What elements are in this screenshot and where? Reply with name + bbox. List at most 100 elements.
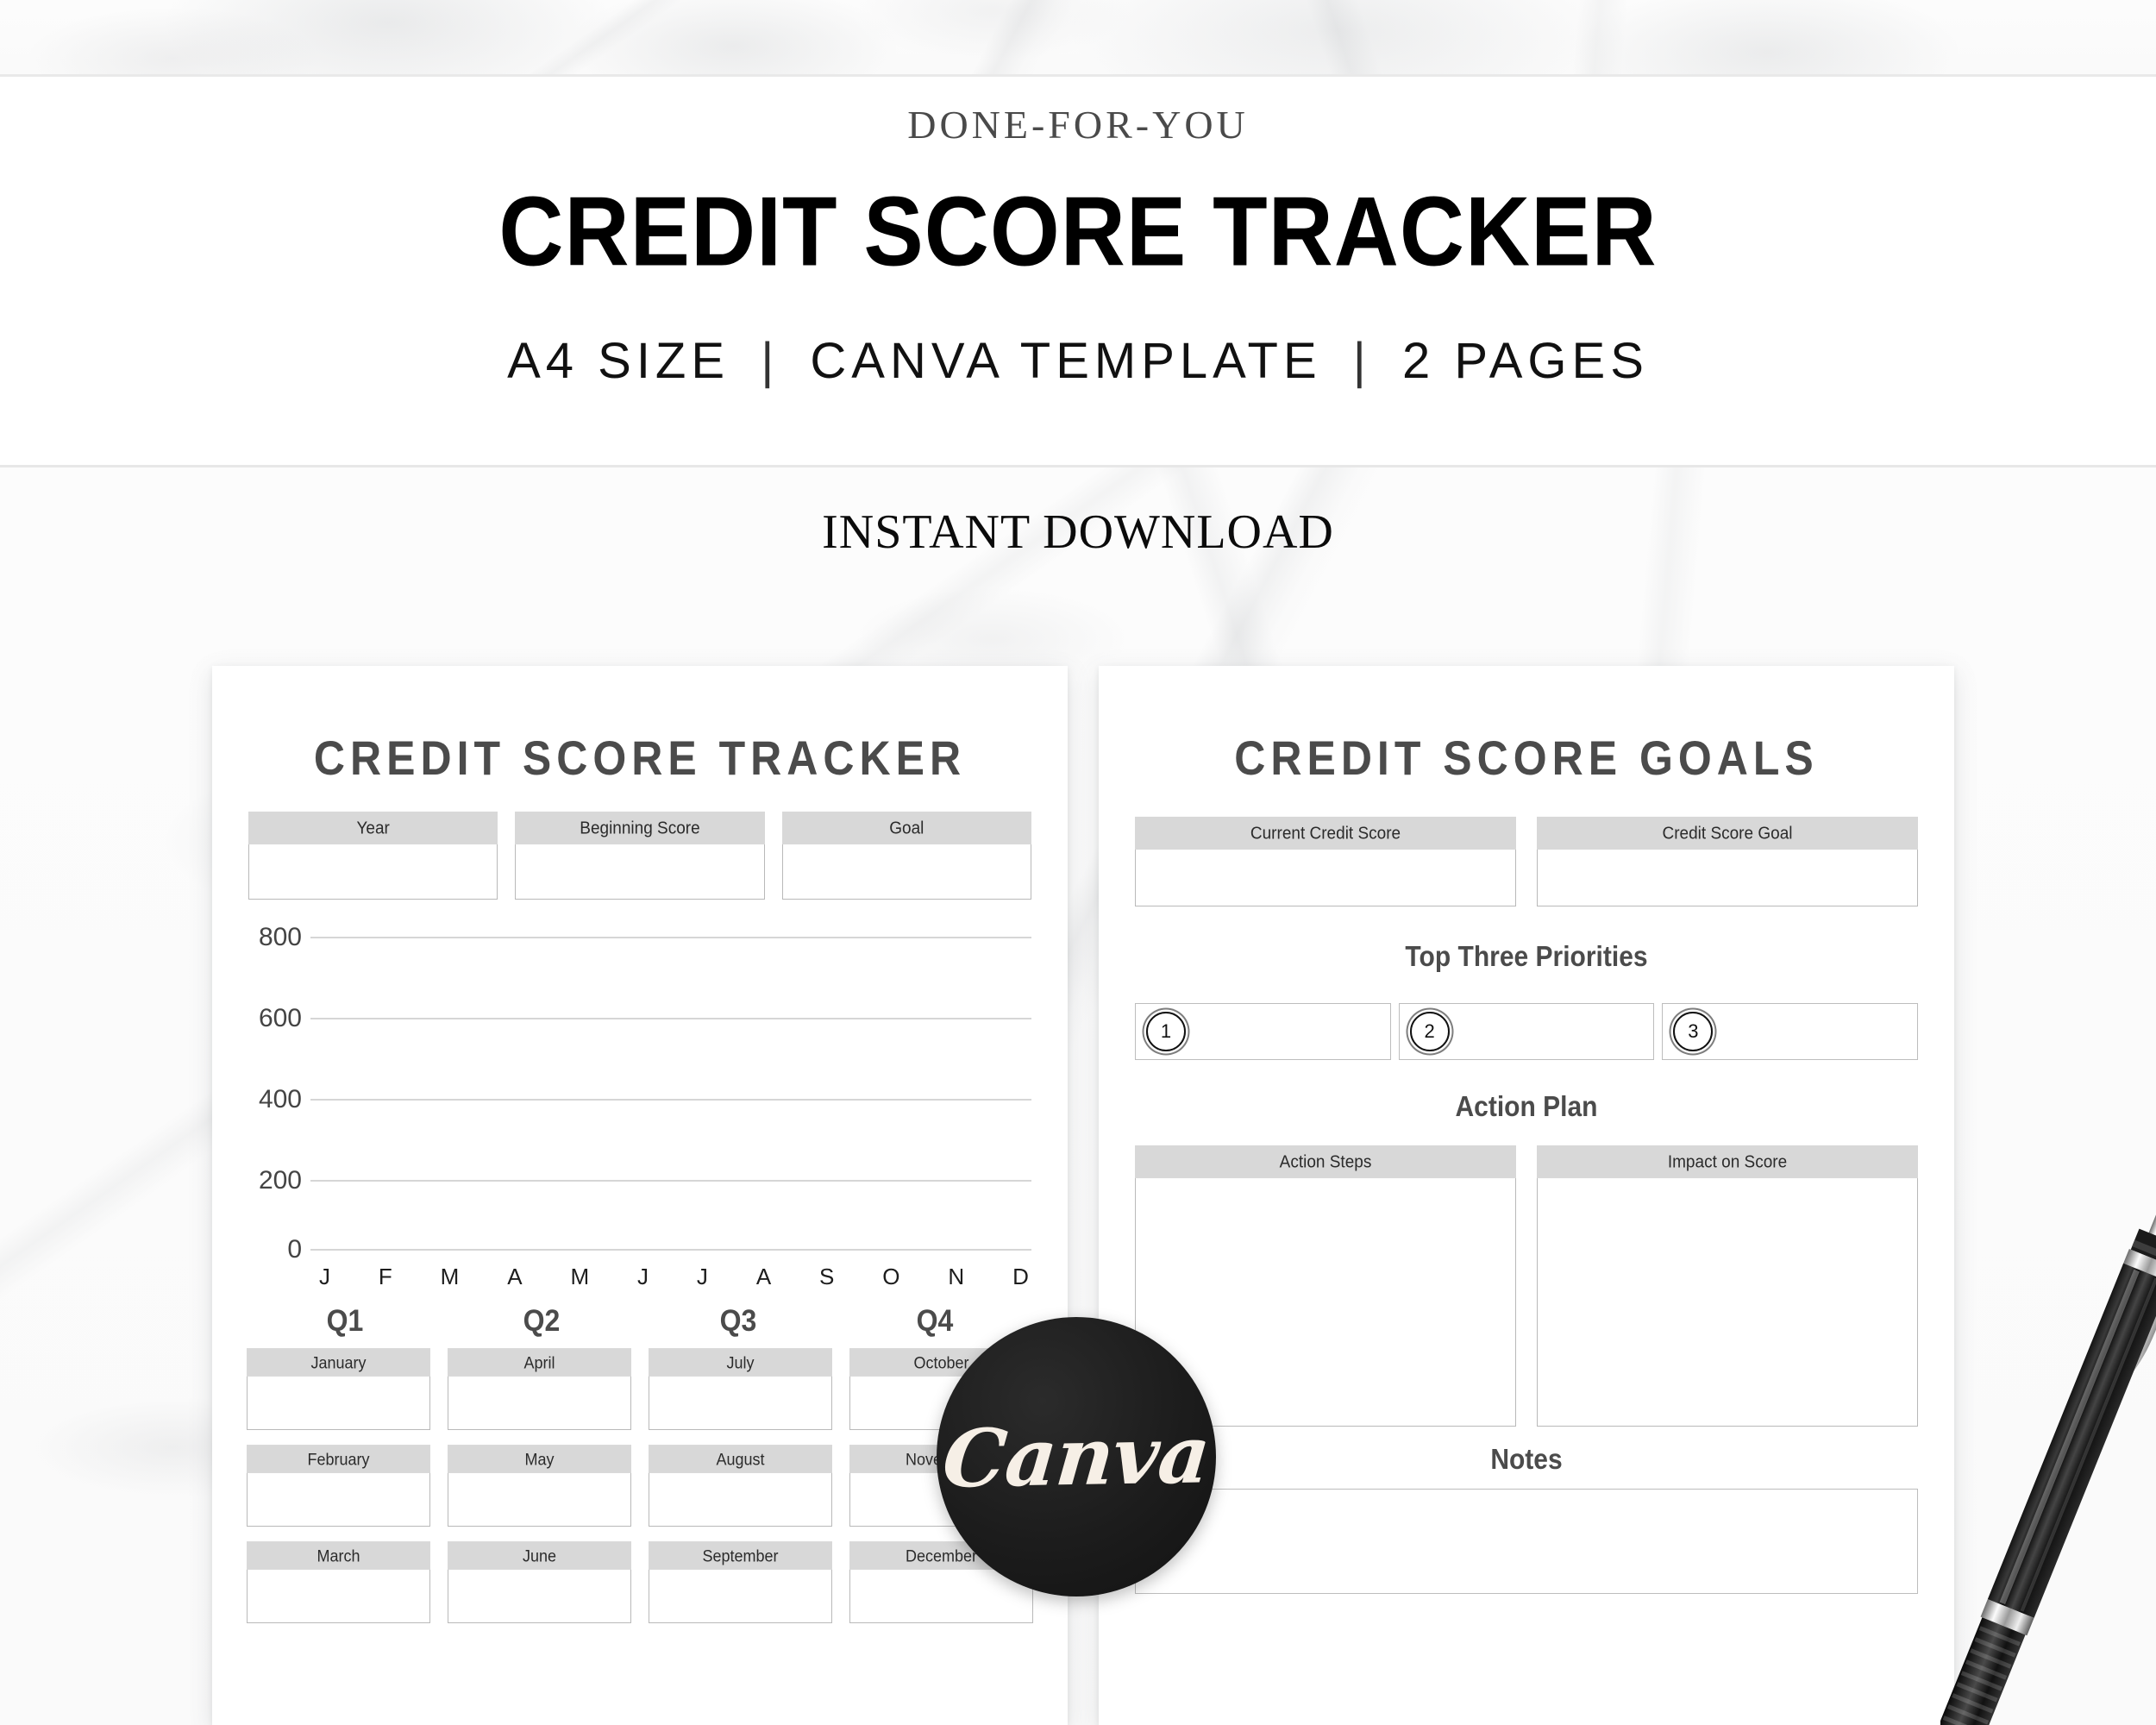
month-input[interactable] [649, 1569, 832, 1623]
month-input[interactable] [448, 1472, 631, 1527]
action-plan-table: Action Steps Impact on Score [1135, 1145, 1918, 1427]
credit-score-chart: 800 600 400 200 0 J F M A M J J A S O N [248, 923, 1031, 1289]
header-subtitle: A4 SIZE | CANVA TEMPLATE | 2 PAGES [0, 332, 2156, 390]
month-input[interactable] [649, 1472, 832, 1527]
field-goal-label: Goal [781, 811, 1031, 845]
field-current-credit-score-input[interactable] [1135, 849, 1516, 906]
month-label: June [448, 1541, 631, 1570]
left-page-top-fields: Year Beginning Score Goal [248, 811, 1031, 900]
action-plan-heading: Action Plan [1455, 1090, 1598, 1123]
chart-xtick: J [637, 1264, 650, 1289]
month-cell-july: July [649, 1348, 832, 1430]
month-input[interactable] [448, 1569, 631, 1623]
quarter-heading-q3: Q3 [719, 1303, 757, 1338]
marble-background-top [0, 0, 2156, 74]
field-beginning-score-label: Beginning Score [515, 811, 765, 845]
chart-ytick-600: 600 [258, 1004, 302, 1032]
chart-ytick-200: 200 [258, 1166, 302, 1195]
month-input[interactable] [247, 1376, 430, 1430]
field-current-credit-score: Current Credit Score [1135, 816, 1516, 906]
chart-xtick: M [570, 1264, 591, 1289]
top-three-priorities: 1 2 3 [1135, 1003, 1918, 1060]
chart-ytick-400: 400 [258, 1085, 302, 1113]
field-year-input[interactable] [248, 844, 498, 900]
instant-download-label: INSTANT DOWNLOAD [822, 505, 1334, 559]
month-cell-may: May [448, 1445, 631, 1527]
month-cell-april: April [448, 1348, 631, 1430]
month-input[interactable] [448, 1376, 631, 1430]
chart-xtick: J [319, 1264, 331, 1289]
month-row: March June September December [247, 1541, 1033, 1623]
month-label: January [247, 1348, 430, 1377]
column-impact-on-score: Impact on Score [1537, 1145, 1918, 1427]
month-cell-january: January [247, 1348, 430, 1430]
month-cell-february: February [247, 1445, 430, 1527]
field-beginning-score: Beginning Score [515, 811, 765, 900]
chart-xtick: F [378, 1264, 393, 1289]
month-input[interactable] [649, 1376, 832, 1430]
field-credit-score-goal: Credit Score Goal [1537, 816, 1918, 906]
field-credit-score-goal-label: Credit Score Goal [1537, 816, 1918, 850]
quarter-heading-q1: Q1 [326, 1303, 364, 1338]
month-label: March [247, 1541, 430, 1570]
chart-xtick: O [882, 1264, 901, 1289]
header-subtitle-pages: 2 PAGES [1401, 333, 1649, 389]
month-label: July [649, 1348, 832, 1377]
chart-ytick-0: 0 [287, 1235, 302, 1264]
field-current-credit-score-label: Current Credit Score [1135, 816, 1516, 850]
month-cell-august: August [649, 1445, 832, 1527]
chart-xtick: N [948, 1264, 966, 1289]
right-page-title: CREDIT SCORE GOALS [1234, 731, 1819, 786]
priority-item-1[interactable]: 1 [1135, 1003, 1391, 1060]
month-row: January April July October [247, 1348, 1033, 1430]
month-cell-march: March [247, 1541, 430, 1623]
month-label: April [448, 1348, 631, 1377]
month-label: September [649, 1541, 832, 1570]
chart-xtick: J [696, 1264, 709, 1289]
month-input[interactable] [247, 1569, 430, 1623]
preview-page-credit-score-tracker: CREDIT SCORE TRACKER Year Beginning Scor… [212, 666, 1068, 1725]
quarter-heading-q2: Q2 [523, 1303, 561, 1338]
field-year: Year [248, 811, 498, 900]
field-beginning-score-input[interactable] [515, 844, 765, 900]
right-page-top-fields: Current Credit Score Credit Score Goal [1135, 816, 1918, 906]
chart-ytick-800: 800 [258, 923, 302, 951]
notes-input[interactable] [1135, 1489, 1918, 1594]
quarter-headings: Q1 Q2 Q3 Q4 [247, 1303, 1033, 1339]
field-goal-input[interactable] [781, 844, 1031, 900]
month-cell-september: September [649, 1541, 832, 1623]
priority-item-2[interactable]: 2 [1398, 1003, 1655, 1060]
column-action-steps-label: Action Steps [1135, 1145, 1516, 1179]
canva-badge: Canva [937, 1317, 1216, 1596]
month-grid: January April July October February May … [247, 1348, 1033, 1623]
priority-number-badge: 2 [1409, 1012, 1450, 1051]
priority-item-3[interactable]: 3 [1662, 1003, 1918, 1060]
priorities-heading: Top Three Priorities [1405, 940, 1648, 973]
notes-section: Notes [1135, 1443, 1918, 1594]
month-label: February [247, 1445, 430, 1473]
preview-page-credit-score-goals: CREDIT SCORE GOALS Current Credit Score … [1099, 666, 1954, 1725]
column-impact-on-score-label: Impact on Score [1537, 1145, 1918, 1179]
poster-canvas: DONE-FOR-YOU CREDIT SCORE TRACKER A4 SIZ… [0, 0, 2156, 1725]
canva-badge-label: Canva [939, 1408, 1213, 1506]
column-impact-on-score-input[interactable] [1537, 1177, 1918, 1427]
header-eyebrow: DONE-FOR-YOU [907, 103, 1249, 147]
priority-number-badge: 3 [1673, 1012, 1714, 1051]
header-subtitle-separator-1: | [761, 333, 780, 389]
chart-xtick: M [440, 1264, 461, 1289]
month-input[interactable] [247, 1472, 430, 1527]
field-credit-score-goal-input[interactable] [1537, 849, 1918, 906]
chart-xtick: A [755, 1264, 773, 1289]
month-label: May [448, 1445, 631, 1473]
chart-x-axis-labels: J F M A M J J A S O N D [319, 1264, 1030, 1290]
chart-xtick: S [819, 1264, 836, 1289]
field-goal: Goal [781, 811, 1031, 900]
notes-heading: Notes [1490, 1443, 1563, 1476]
page-title: CREDIT SCORE TRACKER [498, 177, 1658, 287]
left-page-title: CREDIT SCORE TRACKER [313, 731, 967, 786]
header-subtitle-template: CANVA TEMPLATE [810, 333, 1322, 389]
quarter-heading-q4: Q4 [916, 1303, 954, 1338]
month-label: August [649, 1445, 832, 1473]
month-cell-june: June [448, 1541, 631, 1623]
field-year-label: Year [248, 811, 498, 845]
